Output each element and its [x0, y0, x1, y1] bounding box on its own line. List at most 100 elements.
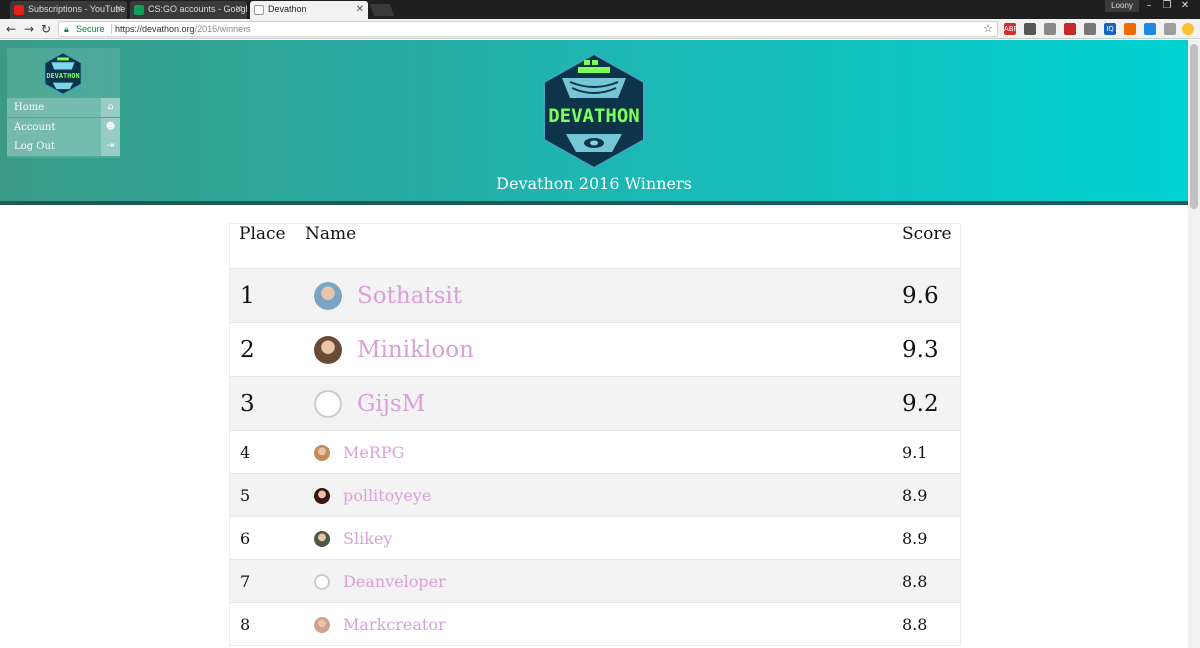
- home-icon: ⌂: [101, 98, 120, 117]
- avatar[interactable]: [314, 531, 330, 547]
- back-icon[interactable]: ←: [4, 21, 18, 37]
- place-cell: 3: [240, 391, 255, 417]
- winner-name-link[interactable]: Markcreator: [343, 603, 446, 646]
- winner-name-link[interactable]: Deanveloper: [343, 560, 446, 603]
- score-cell: 8.8: [902, 572, 928, 591]
- column-header-name: Name: [305, 224, 357, 244]
- bookmark-star-icon[interactable]: ☆: [983, 22, 993, 36]
- table-row: 3 GijsM 9.2: [230, 376, 960, 430]
- close-icon[interactable]: ✕: [235, 1, 243, 18]
- column-header-score: Score: [902, 224, 952, 244]
- place-cell: 5: [240, 486, 251, 505]
- extension-icon[interactable]: [1084, 23, 1096, 35]
- svg-text:DEVATHON: DEVATHON: [46, 72, 79, 80]
- tab-devathon[interactable]: Devathon ✕: [250, 1, 368, 19]
- extension-icon[interactable]: [1182, 23, 1194, 35]
- avatar[interactable]: [314, 445, 330, 461]
- hero-banner: DEVATHON Devathon 2016 Winners DEVATHON …: [0, 40, 1188, 205]
- adblock-icon[interactable]: ABP: [1004, 23, 1018, 35]
- place-cell: 8: [240, 615, 251, 634]
- close-icon[interactable]: ✕: [115, 1, 123, 18]
- table-row: 8 Markcreator 8.8: [230, 602, 960, 645]
- extension-icon[interactable]: IQ: [1104, 23, 1116, 35]
- restore-icon[interactable]: ❐: [1158, 0, 1176, 12]
- tab-sheets[interactable]: CS:GO accounts - Google ✕: [130, 1, 247, 19]
- scrollbar-thumb[interactable]: [1190, 44, 1198, 209]
- address-bar[interactable]: 🔒︎ Secure https://devathon.org/2016/winn…: [58, 21, 998, 37]
- score-cell: 9.2: [902, 391, 939, 417]
- github-icon[interactable]: [314, 574, 330, 590]
- extension-icon[interactable]: [1124, 23, 1136, 35]
- browser-tab-strip: Subscriptions - YouTube ✕ CS:GO accounts…: [0, 0, 1200, 19]
- score-cell: 9.6: [902, 283, 939, 309]
- tab-title: Subscriptions - YouTube: [28, 4, 126, 14]
- browser-toolbar: ← → ↻ 🔒︎ Secure https://devathon.org/201…: [0, 19, 1200, 39]
- page-viewport: DEVATHON Devathon 2016 Winners DEVATHON …: [0, 40, 1188, 648]
- minimize-icon[interactable]: –: [1140, 0, 1158, 12]
- page-title: Devathon 2016 Winners: [496, 174, 692, 193]
- extension-icon[interactable]: [1024, 23, 1036, 35]
- place-cell: 4: [240, 443, 251, 462]
- forward-icon[interactable]: →: [22, 21, 36, 37]
- table-row: 6 Slikey 8.9: [230, 516, 960, 559]
- sidebar-item-logout[interactable]: Log Out ⇥: [7, 137, 120, 156]
- winner-name-link[interactable]: Sothatsit: [357, 269, 462, 323]
- sidebar-item-label: Log Out: [14, 141, 55, 152]
- place-cell: 2: [240, 337, 255, 363]
- github-icon[interactable]: [314, 390, 342, 418]
- sidebar-logo[interactable]: DEVATHON: [43, 52, 83, 95]
- tab-youtube[interactable]: Subscriptions - YouTube ✕: [10, 1, 127, 19]
- page-scrollbar[interactable]: [1188, 40, 1200, 648]
- table-row: 4 MeRPG 9.1: [230, 430, 960, 473]
- avatar[interactable]: [314, 617, 330, 633]
- winners-table: Place Name Score 1 Sothatsit 9.6 2 Minikloon…: [229, 223, 961, 646]
- table-row: 2 Minikloon 9.3: [230, 322, 960, 376]
- close-icon[interactable]: ✕: [356, 1, 364, 18]
- profile-button[interactable]: Loony: [1105, 0, 1139, 12]
- table-header: Place Name Score: [230, 224, 960, 268]
- extension-icon[interactable]: [1144, 23, 1156, 35]
- winner-name-link[interactable]: Slikey: [343, 517, 392, 560]
- extension-icon[interactable]: [1164, 23, 1176, 35]
- score-cell: 8.9: [902, 486, 928, 505]
- sidebar-item-home[interactable]: Home ⌂: [7, 98, 120, 117]
- winner-name-link[interactable]: pollitoyeye: [343, 474, 431, 517]
- sidebar-item-label: Account: [14, 121, 56, 133]
- new-tab-button[interactable]: [369, 4, 395, 16]
- close-window-icon[interactable]: ✕: [1176, 0, 1194, 12]
- score-cell: 9.3: [902, 337, 939, 363]
- logout-icon: ⇥: [101, 137, 120, 156]
- sidebar-item-account[interactable]: Account ☻: [7, 117, 120, 137]
- winner-name-link[interactable]: GijsM: [357, 377, 425, 431]
- page-favicon-icon: [254, 5, 264, 15]
- avatar[interactable]: [314, 488, 330, 504]
- reload-icon[interactable]: ↻: [39, 21, 53, 37]
- sheets-favicon-icon: [134, 5, 144, 15]
- devathon-logo: DEVATHON: [543, 52, 645, 170]
- score-cell: 9.1: [902, 443, 928, 462]
- winner-name-link[interactable]: MeRPG: [343, 431, 404, 474]
- score-cell: 8.8: [902, 615, 928, 634]
- avatar[interactable]: [314, 336, 342, 364]
- extension-icon[interactable]: [1064, 23, 1076, 35]
- table-row: 5 pollitoyeye 8.9: [230, 473, 960, 516]
- column-header-place: Place: [239, 224, 286, 244]
- place-cell: 1: [240, 283, 255, 309]
- url-host: https://devathon.org: [115, 24, 195, 34]
- avatar[interactable]: [314, 282, 342, 310]
- secure-label: Secure: [76, 24, 105, 34]
- place-cell: 6: [240, 529, 251, 548]
- winner-name-link[interactable]: Minikloon: [357, 323, 474, 377]
- svg-text:DEVATHON: DEVATHON: [548, 105, 640, 127]
- sidebar-item-label: Home: [14, 102, 45, 113]
- url-path: /2016/winners: [194, 24, 251, 34]
- sidebar-menu: DEVATHON Home ⌂ Account ☻ Log Out ⇥: [7, 48, 120, 158]
- table-row: 7 Deanveloper 8.8: [230, 559, 960, 602]
- url-text: https://devathon.org/2016/winners: [115, 22, 251, 36]
- sidebar-nav: Home ⌂ Account ☻ Log Out ⇥: [7, 98, 120, 157]
- user-icon: ☻: [101, 117, 120, 137]
- extension-icon[interactable]: [1044, 23, 1056, 35]
- lock-icon: 🔒︎: [64, 24, 69, 34]
- tab-title: CS:GO accounts - Google: [148, 4, 247, 14]
- table-row: 1 Sothatsit 9.6: [230, 268, 960, 322]
